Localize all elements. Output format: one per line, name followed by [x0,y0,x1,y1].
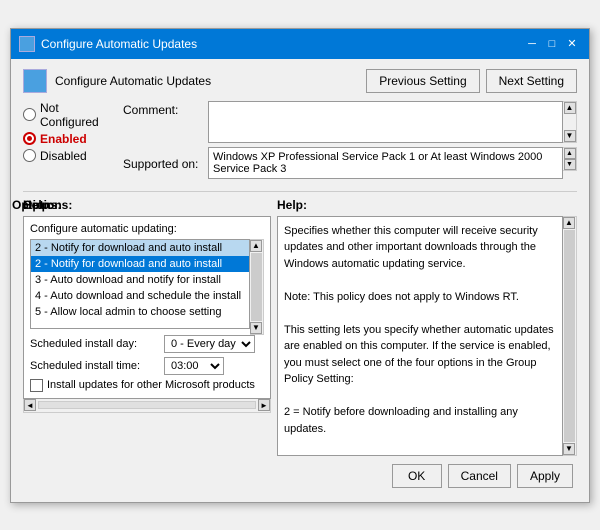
radio-disabled-label: Disabled [40,149,87,163]
comment-scrollbar[interactable]: ▲ ▼ [563,101,577,143]
title-bar-left: Configure Automatic Updates [19,36,197,52]
header-buttons: Previous Setting Next Setting [366,69,577,93]
top-right: Comment: ▲ ▼ Supported on: [123,101,577,185]
radio-enabled-circle[interactable] [23,132,36,145]
maximize-button[interactable]: □ [543,35,561,53]
radio-not-configured-label: Not Configured [40,101,115,129]
divider [23,191,577,192]
options-horizontal-scrollbar[interactable]: ◄ ► [23,399,271,413]
radio-not-configured[interactable]: Not Configured [23,101,115,129]
minimize-button[interactable]: ─ [523,35,541,53]
header-icon [23,69,47,93]
bottom-buttons: OK Cancel Apply [23,456,577,492]
configure-updating-label: Configure automatic updating: [30,223,264,235]
radio-enabled[interactable]: Enabled [23,132,115,146]
list-item-1[interactable]: 2 - Notify for download and auto install [31,256,249,272]
help-label: Help: [277,198,577,212]
help-scrollbar[interactable]: ▲ ▼ [563,216,577,456]
window-icon [19,36,35,52]
cancel-button[interactable]: Cancel [448,464,511,488]
help-panel-label: Help: [23,198,53,212]
listbox-scroll-down[interactable]: ▼ [250,322,262,334]
listbox-scrollbar[interactable]: ▲ ▼ [250,239,264,335]
update-options-listbox[interactable]: 2 - Notify for download and auto install… [30,239,250,329]
options-box: Configure automatic updating: 2 - Notify… [23,216,271,399]
ok-button[interactable]: OK [392,464,442,488]
supported-value: Windows XP Professional Service Pack 1 o… [213,151,558,175]
title-bar: Configure Automatic Updates ─ □ ✕ [11,29,589,59]
supported-scroll-down[interactable]: ▼ [564,159,576,170]
radio-dot [27,136,32,141]
radio-group: Not Configured Enabled Disabled [23,101,123,185]
radio-disabled[interactable]: Disabled [23,149,115,163]
help-text-box[interactable]: Specifies whether this computer will rec… [277,216,563,456]
next-setting-button[interactable]: Next Setting [486,69,577,93]
listbox-wrap: 2 - Notify for download and auto install… [30,239,264,335]
title-bar-controls: ─ □ ✕ [523,35,581,53]
scheduled-day-label: Scheduled install day: [30,338,160,350]
list-item-2[interactable]: 3 - Auto download and notify for install [31,272,249,288]
updates-checkbox[interactable] [30,379,43,392]
scroll-down-arrow[interactable]: ▼ [564,130,576,142]
supported-scrollbar[interactable]: ▲ ▼ [563,147,577,171]
main-window: Configure Automatic Updates ─ □ ✕ Config… [10,28,590,503]
listbox-scroll-up[interactable]: ▲ [250,240,262,252]
options-panel: Options: Configure automatic updating: 2… [23,198,271,456]
radio-not-configured-circle[interactable] [23,108,36,121]
scheduled-time-select[interactable]: 03:00 [164,357,224,375]
radio-disabled-circle[interactable] [23,149,36,162]
supported-row: Supported on: Windows XP Professional Se… [123,147,577,179]
top-section: Not Configured Enabled Disabled Comment: [23,101,577,185]
header-row: Configure Automatic Updates Previous Set… [23,69,577,93]
scroll-left-btn[interactable]: ◄ [24,399,36,411]
comment-row: Comment: ▲ ▼ [123,101,577,143]
scheduled-time-label: Scheduled install time: [30,360,160,372]
comment-label: Comment: [123,101,208,117]
scheduled-day-select[interactable]: 0 - Every day [164,335,255,353]
comment-textarea[interactable] [208,101,563,143]
apply-button[interactable]: Apply [517,464,573,488]
scheduled-day-row: Scheduled install day: 0 - Every day [30,335,264,353]
dialog-content: Configure Automatic Updates Previous Set… [11,59,589,502]
supported-label: Supported on: [123,155,208,171]
radio-enabled-label: Enabled [40,132,87,146]
checkbox-label: Install updates for other Microsoft prod… [47,379,255,391]
window-title: Configure Automatic Updates [41,37,197,51]
scroll-up-arrow[interactable]: ▲ [564,102,576,114]
list-item-4[interactable]: 5 - Allow local admin to choose setting [31,304,249,320]
checkbox-row: Install updates for other Microsoft prod… [30,379,264,392]
supported-scroll-up[interactable]: ▲ [564,148,576,159]
header-title: Configure Automatic Updates [55,74,358,88]
help-panel: Help: Specifies whether this computer wi… [277,198,577,456]
close-button[interactable]: ✕ [563,35,581,53]
supported-value-box: Windows XP Professional Service Pack 1 o… [208,147,563,179]
list-item-0[interactable]: 2 - Notify for download and auto install [31,240,249,256]
list-item-3[interactable]: 4 - Auto download and schedule the insta… [31,288,249,304]
help-text-wrap: Specifies whether this computer will rec… [277,216,577,456]
previous-setting-button[interactable]: Previous Setting [366,69,479,93]
help-scroll-down[interactable]: ▼ [563,443,575,455]
help-scroll-up[interactable]: ▲ [563,217,575,229]
scheduled-time-row: Scheduled install time: 03:00 [30,357,264,375]
main-panels: Options: Configure automatic updating: 2… [23,198,577,456]
scroll-right-btn[interactable]: ► [258,399,270,411]
